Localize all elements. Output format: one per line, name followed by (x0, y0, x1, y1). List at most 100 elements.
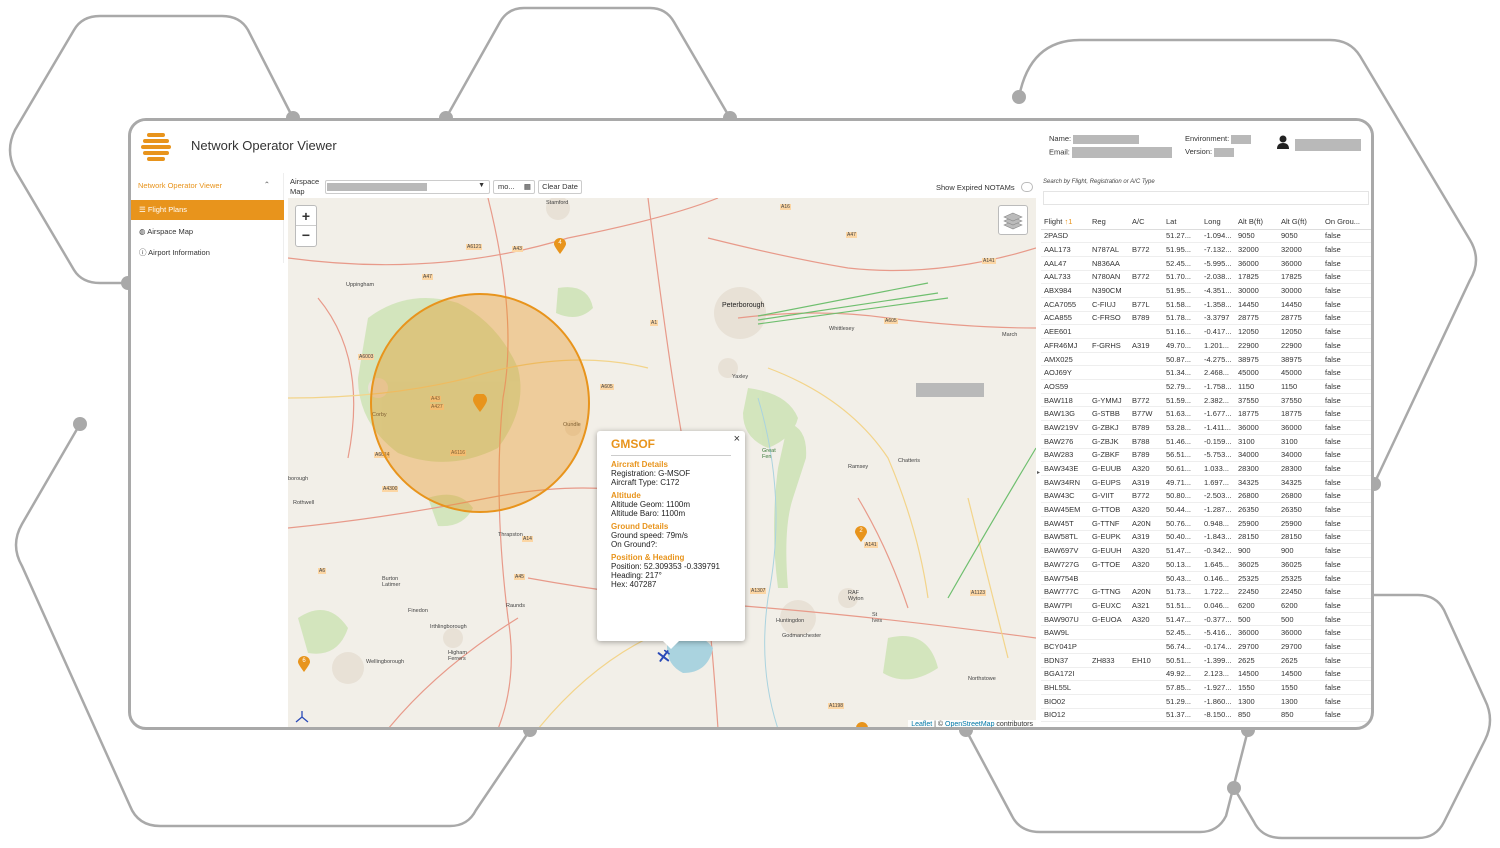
sidebar-section-header[interactable]: Network Operator Viewer ⌃ (138, 180, 278, 190)
table-cell: A320 (1129, 461, 1163, 476)
table-cell: G-EUXC (1089, 598, 1129, 613)
table-cell: 17825 (1278, 270, 1322, 285)
table-row[interactable]: AOJ69Y 51.34... 2.468... 45000 45000 false (1041, 365, 1371, 381)
column-header-reg[interactable]: Reg (1089, 215, 1129, 230)
table-cell: 2.468... (1201, 365, 1235, 381)
table-row[interactable]: BAW777C G-TTNG A20N 51.73... 1.722... 22450 22… (1041, 584, 1371, 600)
table-row[interactable]: BIO12 51.37... -8.150... 850 850 false (1041, 708, 1371, 723)
table-row[interactable]: BAW13G G-STBB B77W 51.63... -1.677... 18775 18… (1041, 406, 1371, 422)
column-header-alt-g[interactable]: Alt G(ft) (1278, 215, 1322, 230)
table-row[interactable]: BAW727G G-TTOE A320 50.13... 1.645... 36025 36… (1041, 557, 1371, 572)
table-cell: 34325 (1278, 475, 1322, 490)
table-row[interactable]: AMX025 50.87... -4.275... 38975 38975 false (1041, 352, 1371, 367)
table-cell: 500 (1235, 612, 1278, 627)
layers-button[interactable] (998, 205, 1028, 235)
table-row[interactable]: BIO02 51.29... -1.860... 1300 1300 false (1041, 694, 1371, 709)
table-row[interactable]: BAW34RN G-EUPS A319 49.71... 1.697... 34325 34… (1041, 475, 1371, 490)
table-cell: G-EUUB (1089, 461, 1129, 476)
cluster-marker[interactable] (856, 722, 868, 727)
user-email-row: Email: (1049, 147, 1172, 158)
cluster-marker[interactable]: 2 (855, 526, 867, 542)
table-row[interactable]: BHL55L 57.85... -1.927... 1550 1550 false (1041, 680, 1371, 695)
table-row[interactable]: BAW754B 50.43... 0.146... 25325 25325 false (1041, 571, 1371, 586)
table-cell: 900 (1235, 543, 1278, 558)
clear-date-button[interactable]: Clear Date (538, 180, 582, 194)
table-row[interactable]: ACA7055 C-FIUJ B77L 51.58... -1.358... 14450 1… (1041, 297, 1371, 312)
show-expired-toggle[interactable] (1021, 182, 1033, 192)
leaflet-link[interactable]: Leaflet (911, 721, 932, 727)
popup-close-button[interactable]: × (734, 433, 740, 445)
table-row[interactable]: BDN37 ZH833 EH10 50.51... -1.399... 2625 2625 f… (1041, 653, 1371, 668)
table-cell: -0.417... (1201, 324, 1235, 339)
table-row[interactable]: BGA172I 49.92... 2.123... 14500 14500 false (1041, 667, 1371, 682)
flight-search-input[interactable] (1043, 191, 1369, 205)
table-cell: 51.34... (1163, 365, 1201, 381)
table-row[interactable]: BAW118 G-YMMJ B772 51.59... 2.382... 37550 375… (1041, 393, 1371, 408)
table-cell: false (1322, 543, 1371, 558)
table-row[interactable]: AAL173 N787AL B772 51.95... -7.132... 32000 32… (1041, 242, 1371, 257)
table-row[interactable]: AEE601 51.16... -0.417... 12050 12050 false (1041, 324, 1371, 339)
table-cell: AMX025 (1041, 352, 1089, 367)
sidebar-item-flight-plans[interactable]: ☰ Flight Plans (131, 200, 284, 220)
column-header-flight[interactable]: Flight ↑1 (1041, 215, 1089, 230)
table-row[interactable]: BAW276 G-ZBJK B788 51.46... -0.159... 3100 310… (1041, 434, 1371, 449)
column-header-alt-b[interactable]: Alt B(ft) (1235, 215, 1278, 230)
aircraft-icon[interactable] (656, 648, 672, 669)
table-row[interactable]: AOS59 52.79... -1.758... 1150 1150 false (1041, 379, 1371, 394)
table-row[interactable]: BCY041P 56.74... -0.174... 29700 29700 false (1041, 639, 1371, 654)
table-cell: EH10 (1129, 653, 1163, 668)
location-marker-icon[interactable] (473, 393, 487, 417)
table-cell: -5.416... (1201, 625, 1235, 641)
table-cell: 29700 (1278, 639, 1322, 654)
column-header-on-ground[interactable]: On Grou... (1322, 215, 1371, 230)
table-row[interactable]: BAW283 G-ZBKF B789 56.51... -5.753... 34000 34… (1041, 448, 1371, 463)
table-cell: 49.70... (1163, 338, 1201, 353)
table-row[interactable]: BAW343E G-EUUB A320 50.61... 1.033... 28300 28… (1041, 461, 1371, 476)
popup-section-ground: Ground Details (611, 522, 669, 531)
column-header-lat[interactable]: Lat (1163, 215, 1201, 230)
table-row[interactable]: BAW7PI G-EUXC A321 51.51... 0.046... 6200 6200… (1041, 598, 1371, 613)
table-row[interactable]: AAL733 N780AN B772 51.70... -2.038... 17825 17… (1041, 270, 1371, 285)
table-row[interactable]: BAW45EM G-TTOB A320 50.44... -1.287... 26350 2… (1041, 502, 1371, 517)
user-menu[interactable] (1277, 135, 1362, 154)
table-cell: 500 (1278, 612, 1322, 627)
table-cell: 28300 (1278, 461, 1322, 476)
map-view[interactable]: Stamford Uppingham Peterborough Whittles… (288, 198, 1036, 727)
table-row[interactable]: BAW43C G-VIIT B772 50.80... -2.503... 26800 26… (1041, 489, 1371, 504)
chevron-up-icon: ⌃ (263, 180, 270, 189)
table-row[interactable]: ABX984 N390CM 51.95... -4.351... 30000 30000 f… (1041, 283, 1371, 298)
table-row[interactable]: BAW58TL G-EUPK A319 50.40... -1.843... 28150 2… (1041, 530, 1371, 545)
date-input[interactable]: mo... ▦ (493, 180, 535, 194)
cluster-marker[interactable]: 6 (298, 656, 310, 672)
table-row[interactable]: AFR46MJ F-GRHS A319 49.70... 1.201... 22900 22… (1041, 338, 1371, 353)
table-cell: 51.29... (1163, 694, 1201, 709)
osm-link[interactable]: OpenStreetMap (945, 721, 994, 727)
zoom-out-button[interactable]: − (296, 226, 316, 246)
table-row[interactable]: 2PASD 51.27... -1.094... 9050 9050 false (1041, 229, 1371, 244)
table-cell: false (1322, 489, 1371, 504)
column-header-long[interactable]: Long (1201, 215, 1235, 230)
table-row[interactable]: AAL47 N836AA 52.45... -5.995... 36000 36000 fa… (1041, 256, 1371, 271)
table-cell: false (1322, 708, 1371, 723)
date-input-value: mo... (498, 182, 515, 191)
drone-icon[interactable] (294, 710, 310, 727)
sidebar-item-airport-information[interactable]: ⓘ Airport Information (131, 243, 284, 263)
airspace-select[interactable]: ▼ (325, 180, 490, 194)
table-row[interactable]: BAW697V G-EUUH A320 51.47... -0.342... 900 900… (1041, 543, 1371, 558)
table-cell: 45000 (1278, 365, 1322, 381)
table-row[interactable]: BAW9L 52.45... -5.416... 36000 36000 false (1041, 625, 1371, 641)
table-cell: N390CM (1089, 283, 1129, 298)
zoom-in-button[interactable]: + (296, 206, 316, 226)
table-cell: 14500 (1235, 667, 1278, 682)
sidebar-item-airspace-map[interactable]: ◍ Airspace Map (131, 222, 284, 242)
panel-resize-handle[interactable]: ▸ (1037, 469, 1040, 476)
column-header-ac[interactable]: A/C (1129, 215, 1163, 230)
cluster-marker[interactable]: 4 (554, 238, 566, 254)
search-label: Search by Flight, Registration or A/C Ty… (1043, 179, 1155, 185)
table-cell: 51.16... (1163, 324, 1201, 339)
table-row[interactable]: ACA855 C-FRSO B789 51.78... -3.3797 28775 2877… (1041, 311, 1371, 326)
table-cell: 1.722... (1201, 584, 1235, 600)
table-row[interactable]: BAW907U G-EUOA A320 51.47... -0.377... 500 500… (1041, 612, 1371, 627)
table-row[interactable]: BAW219V G-ZBKJ B789 53.28... -1.411... 36000 3… (1041, 420, 1371, 435)
table-row[interactable]: BAW45T G-TTNF A20N 50.76... 0.948... 25900 259… (1041, 516, 1371, 531)
